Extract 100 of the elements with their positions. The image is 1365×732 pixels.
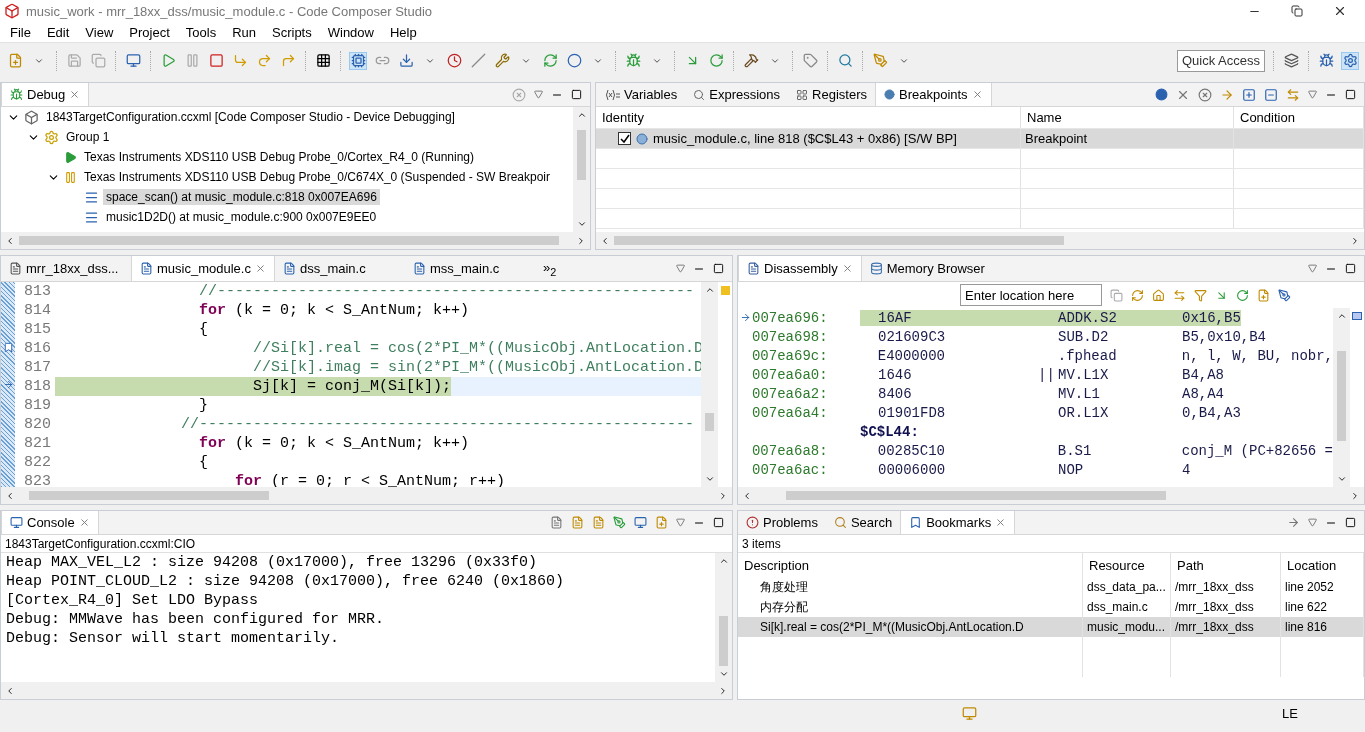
tree-item[interactable]: music1D2D() at music_module.c:900 0x007E9EE0 <box>103 209 380 225</box>
scroll-up-icon[interactable] <box>576 110 587 120</box>
tree-item[interactable]: 1843TargetConfiguration.ccxml [Code Composer Studio - Device Debugging] <box>43 109 458 125</box>
menu-item[interactable]: Window <box>319 24 382 40</box>
maximize-icon[interactable] <box>571 89 582 100</box>
settings-icon[interactable] <box>1341 51 1359 70</box>
home-icon[interactable] <box>1152 288 1165 302</box>
view-tab[interactable]: Memory Browser <box>861 256 993 281</box>
column-header[interactable]: Identity <box>596 107 1021 128</box>
pen-icon[interactable] <box>871 51 889 70</box>
search-icon[interactable] <box>836 51 854 70</box>
horizontal-scrollbar[interactable] <box>1 487 732 504</box>
view-tab[interactable]: Bookmarks <box>900 511 1016 534</box>
refresh-icon[interactable] <box>1131 288 1144 302</box>
bug-icon[interactable] <box>624 51 642 70</box>
scroll-thumb[interactable] <box>29 491 269 500</box>
scroll-right-icon[interactable] <box>576 235 586 246</box>
download-icon[interactable] <box>397 51 415 70</box>
scroll-right-icon[interactable] <box>718 685 728 696</box>
menu-item[interactable]: View <box>77 24 122 40</box>
maximize-icon[interactable] <box>713 517 724 528</box>
scroll-down-icon[interactable] <box>576 219 587 229</box>
tree-item[interactable]: Texas Instruments XDS110 USB Debug Probe_0/C674X_0 (Suspended - SW Breakpoir <box>81 169 554 185</box>
scroll-right-icon[interactable] <box>1350 235 1360 246</box>
scroll-thumb[interactable] <box>705 413 714 431</box>
close-icon[interactable] <box>1333 4 1347 18</box>
scroll-up-icon[interactable] <box>704 285 715 295</box>
scroll-up-icon[interactable] <box>1336 311 1347 321</box>
view-tab[interactable]: Registers <box>788 83 875 106</box>
horizontal-scrollbar[interactable] <box>1 682 732 699</box>
editor-tab[interactable]: mss_main.c <box>404 256 535 281</box>
column-header[interactable]: Path <box>1171 553 1281 577</box>
scroll-down-icon[interactable] <box>1336 474 1347 484</box>
scroll-down-icon[interactable] <box>718 669 729 679</box>
scroll-left-icon[interactable] <box>600 235 610 246</box>
view-tab[interactable]: Problems <box>738 511 826 534</box>
scroll-right-icon[interactable] <box>718 490 728 501</box>
status-icon[interactable] <box>962 705 977 721</box>
horizontal-scrollbar[interactable] <box>596 232 1364 249</box>
stop-icon[interactable] <box>207 51 225 70</box>
scroll-thumb[interactable] <box>786 491 1166 500</box>
remove-all-icon[interactable] <box>512 87 526 102</box>
scroll-left-icon[interactable] <box>5 685 15 696</box>
view-tab[interactable]: Breakpoints <box>874 83 992 106</box>
restore-icon[interactable] <box>1291 4 1303 18</box>
horizontal-scrollbar[interactable] <box>738 487 1364 504</box>
view-menu-icon[interactable] <box>676 518 685 527</box>
menu-item[interactable]: Scripts <box>264 24 320 40</box>
view-menu-icon[interactable] <box>1308 90 1317 99</box>
scroll-left-icon[interactable] <box>742 490 752 501</box>
chip-icon[interactable] <box>349 51 367 70</box>
view-menu-icon[interactable] <box>1308 264 1317 273</box>
menu-item[interactable]: File <box>2 24 39 40</box>
annotation-marker[interactable] <box>1352 312 1362 320</box>
scroll-right-icon[interactable] <box>1350 490 1360 501</box>
sync-icon[interactable] <box>1286 87 1300 102</box>
wrench-icon[interactable] <box>493 51 511 70</box>
location-field[interactable]: Enter location here <box>960 284 1102 306</box>
horizontal-scrollbar[interactable] <box>1 232 590 249</box>
column-header[interactable]: Condition <box>1234 107 1364 128</box>
perspective-icon[interactable] <box>1282 51 1300 70</box>
remove-all-icon[interactable] <box>1198 87 1212 102</box>
view-tab[interactable]: Expressions <box>685 83 789 106</box>
sync-icon[interactable] <box>1173 288 1186 302</box>
vertical-scrollbar[interactable] <box>573 107 590 232</box>
hammer-icon[interactable] <box>742 51 760 70</box>
rotate-icon[interactable] <box>707 51 725 70</box>
clock-icon[interactable] <box>445 51 463 70</box>
tag-icon[interactable] <box>801 51 819 70</box>
tree-item[interactable]: Texas Instruments XDS110 USB Debug Probe_0/Cortex_R4_0 (Running) <box>81 149 477 165</box>
rotate-icon[interactable] <box>1236 288 1249 302</box>
monitor-icon[interactable] <box>634 516 647 529</box>
maximize-icon[interactable] <box>713 263 724 274</box>
vertical-scrollbar[interactable] <box>701 282 718 487</box>
monitor-icon[interactable] <box>124 51 142 70</box>
scroll-thumb[interactable] <box>19 236 559 245</box>
annotation-marker[interactable] <box>720 286 730 295</box>
expand-all-icon[interactable] <box>1242 87 1256 102</box>
column-header[interactable]: Name <box>1021 107 1234 128</box>
vertical-scrollbar[interactable] <box>1333 308 1350 487</box>
maximize-icon[interactable] <box>1345 263 1356 274</box>
filter-icon[interactable] <box>1194 288 1207 302</box>
save-all-icon[interactable] <box>89 51 107 70</box>
view-menu-icon[interactable] <box>676 264 685 273</box>
add-breakpoint-icon[interactable] <box>1155 88 1168 101</box>
view-tab[interactable]: Search <box>825 511 901 534</box>
debug-tab[interactable]: Debug <box>1 83 90 106</box>
scroll-thumb[interactable] <box>577 130 586 180</box>
column-header[interactable]: Location <box>1281 553 1364 577</box>
circle-icon[interactable] <box>565 51 583 70</box>
scroll-left-icon[interactable] <box>5 235 15 246</box>
quick-access-button[interactable]: Quick Access <box>1176 49 1265 72</box>
menu-item[interactable]: Help <box>382 24 425 40</box>
scroll-thumb[interactable] <box>719 616 728 666</box>
checkbox[interactable] <box>618 132 631 145</box>
scroll-thumb[interactable] <box>614 236 1064 245</box>
menu-item[interactable]: Run <box>224 24 264 40</box>
editor-tab[interactable]: mrr_18xx_dss... <box>1 256 131 281</box>
go-to-icon[interactable] <box>1287 516 1300 529</box>
more-tabs-button[interactable]: »$_{2}$ <box>534 256 565 281</box>
